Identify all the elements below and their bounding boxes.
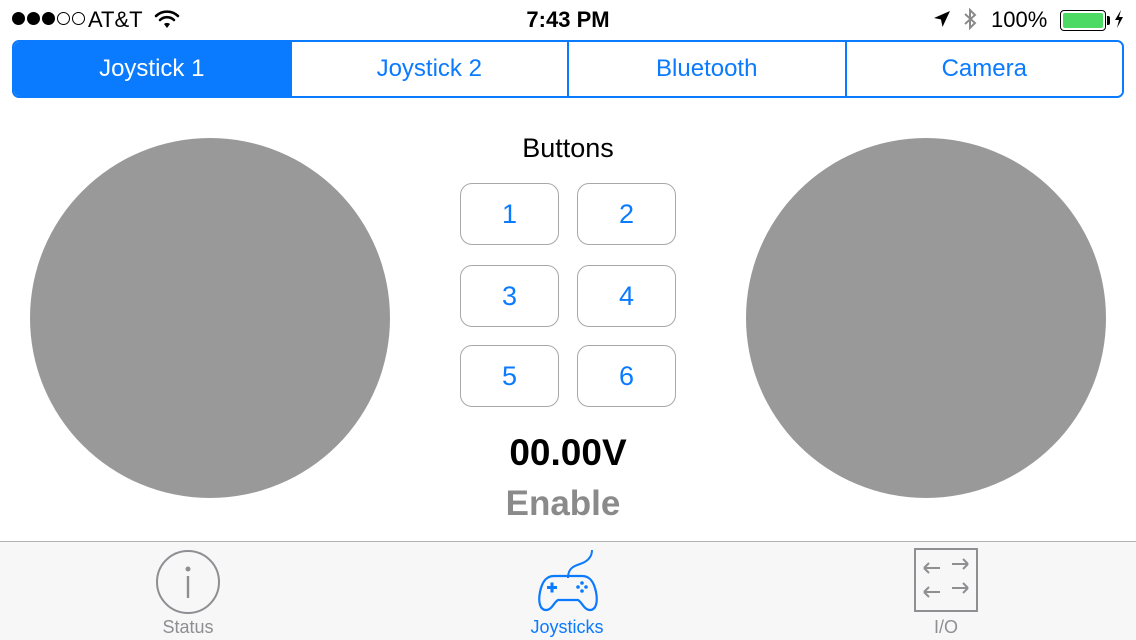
button-1[interactable]: 1 bbox=[460, 183, 559, 245]
button-2[interactable]: 2 bbox=[577, 183, 676, 245]
status-bar: AT&T 7:43 PM 100% bbox=[0, 0, 1136, 40]
battery-percentage: 100% bbox=[991, 7, 1048, 32]
voltage-readout: 00.00V bbox=[509, 432, 627, 473]
button-3[interactable]: 3 bbox=[460, 265, 559, 327]
button-5[interactable]: 5 bbox=[460, 345, 559, 407]
right-joystick[interactable] bbox=[746, 138, 1106, 498]
button-4[interactable]: 4 bbox=[577, 265, 676, 327]
buttons-title: Buttons bbox=[522, 133, 614, 163]
left-joystick[interactable] bbox=[30, 138, 390, 498]
button-6[interactable]: 6 bbox=[577, 345, 676, 407]
enable-button[interactable]: Enable bbox=[468, 484, 658, 524]
location-arrow-icon bbox=[932, 9, 952, 34]
segment-joystick-1[interactable]: Joystick 1 bbox=[14, 42, 292, 96]
tab-joysticks[interactable]: Joysticks bbox=[487, 542, 647, 640]
info-icon bbox=[156, 550, 220, 614]
tab-status[interactable]: Status bbox=[108, 542, 268, 640]
tab-io[interactable]: I/O bbox=[866, 542, 1026, 640]
tab-label-io: I/O bbox=[933, 617, 958, 637]
segment-joystick-2[interactable]: Joystick 2 bbox=[291, 42, 569, 96]
tab-label-status: Status bbox=[162, 617, 214, 637]
charging-bolt-icon bbox=[1113, 9, 1125, 34]
tab-label-joysticks: Joysticks bbox=[530, 617, 604, 637]
joystick-segmented-control: Joystick 1 Joystick 2 Bluetooth Camera bbox=[12, 40, 1124, 98]
arrows-io-icon bbox=[914, 548, 978, 612]
bluetooth-icon bbox=[962, 7, 978, 36]
segment-bluetooth[interactable]: Bluetooth bbox=[569, 42, 847, 96]
battery-icon bbox=[1060, 10, 1106, 31]
segment-camera[interactable]: Camera bbox=[846, 42, 1122, 96]
tab-bar: Status Joysticks I/O bbox=[0, 541, 1136, 640]
gamepad-icon bbox=[538, 549, 598, 612]
